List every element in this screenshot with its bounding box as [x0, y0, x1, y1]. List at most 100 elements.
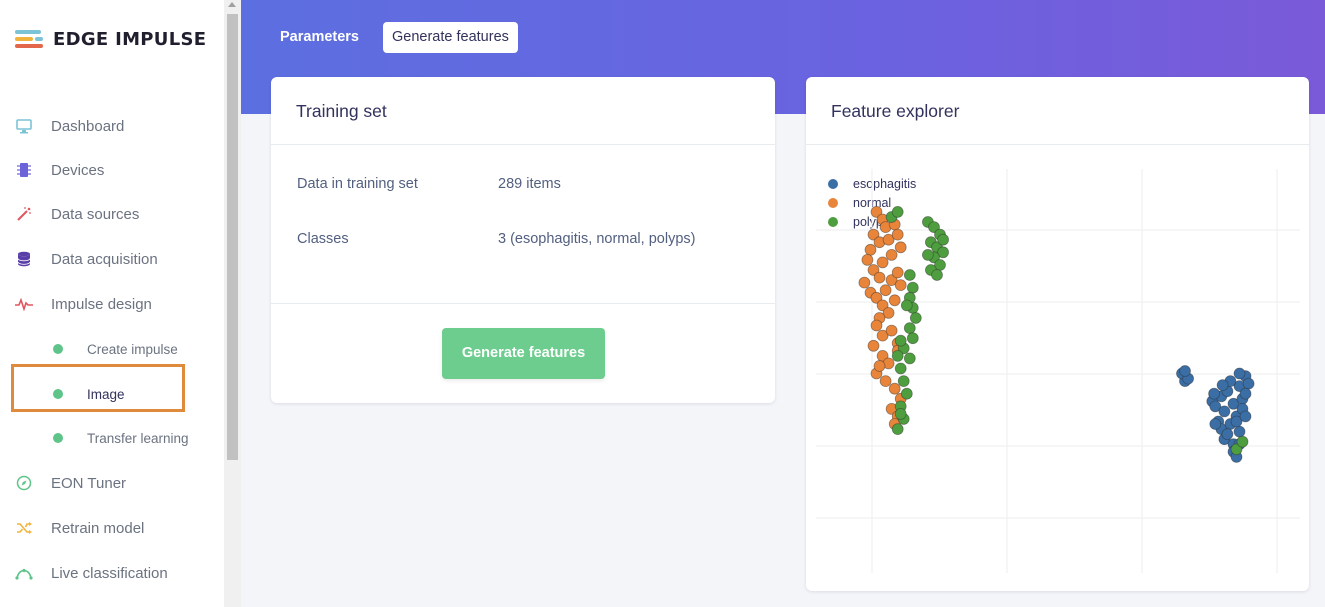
data-point-polyps — [894, 407, 907, 420]
generate-features-button[interactable]: Generate features — [442, 328, 605, 379]
shuffle-icon — [15, 519, 33, 537]
data-point-normal — [888, 382, 901, 395]
data-point-polyps — [903, 269, 916, 281]
sidebar-item-label: Data acquisition — [51, 250, 158, 268]
card-title: Training set — [296, 101, 387, 121]
chip-icon — [15, 161, 33, 179]
data-point-esophagitis — [1216, 379, 1229, 392]
sidebar: EDGE IMPULSE Dashboard Devices Data sour… — [0, 0, 224, 607]
data-in-training-set-value: 289 items — [498, 176, 561, 192]
sidebar-item-data-acquisition[interactable]: Data acquisition — [0, 241, 224, 277]
sidebar-item-label: Devices — [51, 161, 105, 179]
data-point-esophagitis — [1209, 418, 1222, 430]
data-point-polyps — [900, 299, 913, 312]
database-icon — [15, 250, 33, 268]
data-point-normal — [867, 339, 880, 352]
data-point-polyps — [891, 349, 904, 362]
sidebar-item-label: Dashboard — [51, 117, 125, 135]
feature-scatter-plot[interactable] — [816, 169, 1300, 573]
sidebar-item-label: EON Tuner — [51, 474, 127, 492]
scrollbar-thumb[interactable] — [227, 14, 238, 460]
pulse-icon — [15, 295, 33, 313]
sidebar-item-label: Data sources — [51, 205, 140, 223]
brand-logo[interactable]: EDGE IMPULSE — [15, 28, 206, 50]
divider — [806, 144, 1309, 145]
data-in-training-set-label: Data in training set — [297, 176, 418, 192]
divider — [271, 303, 775, 304]
card-title: Feature explorer — [831, 101, 960, 121]
data-point-esophagitis — [1233, 425, 1246, 438]
feature-explorer-card: Feature explorer esophagitis normal poly… — [806, 77, 1309, 591]
data-point-normal — [894, 279, 907, 291]
data-point-esophagitis — [1239, 410, 1252, 423]
magic-wand-icon — [15, 205, 33, 223]
data-point-normal — [888, 294, 901, 307]
data-point-esophagitis — [1208, 387, 1221, 400]
data-point-normal — [894, 241, 907, 254]
data-point-normal — [861, 254, 874, 266]
sidebar-item-live-classification[interactable]: Live classification — [0, 555, 224, 591]
data-point-normal — [870, 319, 883, 332]
data-point-polyps — [903, 322, 916, 335]
data-point-polyps — [906, 332, 919, 345]
sidebar-subitem-label: Transfer learning — [87, 430, 189, 446]
data-point-polyps — [894, 334, 907, 347]
compass-icon — [15, 474, 33, 492]
data-point-polyps — [900, 387, 913, 400]
data-point-esophagitis — [1233, 367, 1246, 380]
data-point-polyps — [903, 352, 916, 365]
data-point-polyps — [937, 233, 949, 246]
data-point-normal — [891, 228, 904, 241]
data-point-esophagitis — [1242, 377, 1255, 390]
data-point-normal — [873, 360, 886, 372]
data-point-polyps — [922, 249, 934, 261]
data-point-normal — [879, 284, 892, 297]
scroll-up-arrow-icon[interactable] — [228, 2, 236, 7]
sidebar-item-data-sources[interactable]: Data sources — [0, 196, 224, 232]
tab-generate-features[interactable]: Generate features — [383, 22, 518, 53]
data-point-normal — [876, 256, 889, 269]
sidebar-item-dashboard[interactable]: Dashboard — [0, 108, 224, 144]
monitor-icon — [15, 117, 33, 135]
sidebar-item-label: Retrain model — [51, 519, 145, 537]
data-point-normal — [864, 243, 877, 256]
highlight-box — [11, 364, 185, 412]
tab-parameters[interactable]: Parameters — [280, 22, 359, 53]
classes-value: 3 (esophagitis, normal, polyps) — [498, 231, 696, 247]
sidebar-subitem-transfer-learning[interactable]: Transfer learning — [0, 423, 224, 453]
data-point-polyps — [891, 206, 904, 218]
classes-label: Classes — [297, 231, 349, 247]
data-point-normal — [879, 375, 892, 388]
data-point-polyps — [906, 281, 919, 294]
data-point-polyps — [931, 269, 943, 281]
data-point-polyps — [891, 423, 904, 436]
data-point-polyps — [897, 375, 910, 388]
data-point-esophagitis — [1179, 365, 1191, 377]
data-point-normal — [885, 249, 898, 261]
sidebar-item-label: Live classification — [51, 564, 168, 582]
data-point-normal — [885, 324, 898, 337]
status-dot-icon — [53, 433, 63, 443]
divider — [271, 144, 775, 145]
data-point-normal — [858, 276, 871, 289]
data-point-polyps — [1236, 435, 1249, 448]
sidebar-item-impulse-design[interactable]: Impulse design — [0, 286, 224, 322]
sidebar-item-eon-tuner[interactable]: EON Tuner — [0, 465, 224, 501]
sidebar-item-retrain-model[interactable]: Retrain model — [0, 510, 224, 546]
edge-impulse-logo-icon — [15, 28, 43, 50]
data-point-esophagitis — [1239, 387, 1252, 400]
data-point-esophagitis — [1221, 428, 1234, 441]
brand-name: EDGE IMPULSE — [53, 28, 207, 50]
data-point-normal — [891, 266, 904, 279]
curve-icon — [15, 564, 33, 582]
sidebar-subitem-create-impulse[interactable]: Create impulse — [0, 334, 224, 364]
sidebar-item-devices[interactable]: Devices — [0, 152, 224, 188]
data-point-normal — [873, 271, 886, 284]
status-dot-icon — [53, 344, 63, 354]
data-point-esophagitis — [1218, 405, 1231, 418]
data-point-polyps — [894, 362, 907, 375]
data-point-polyps — [909, 312, 922, 324]
sidebar-item-label: Impulse design — [51, 295, 152, 313]
sidebar-subitem-label: Create impulse — [87, 341, 178, 357]
training-set-card: Training set Data in training set 289 it… — [271, 77, 775, 403]
